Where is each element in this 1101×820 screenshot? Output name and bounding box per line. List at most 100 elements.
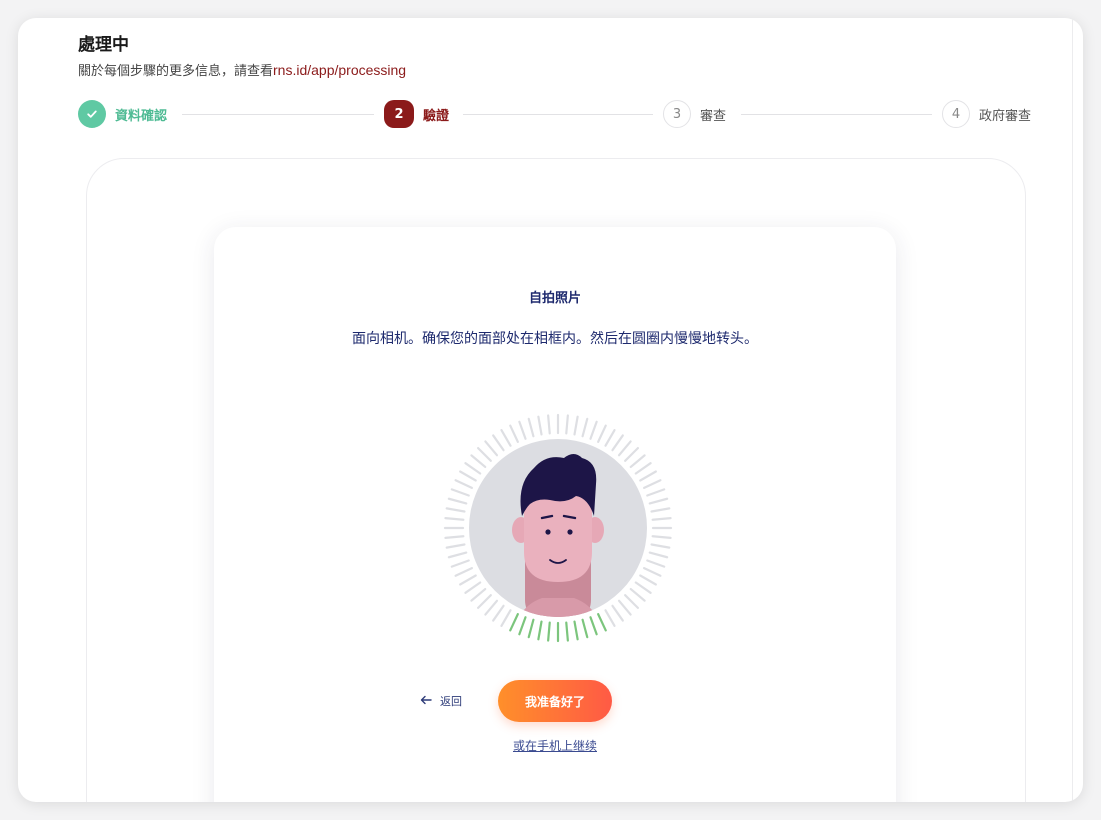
- scan-tick-complete: [581, 618, 589, 639]
- step-government-review[interactable]: 4 政府審查: [942, 99, 1031, 129]
- scan-tick-complete: [589, 616, 598, 636]
- scan-tick: [476, 446, 492, 462]
- back-button[interactable]: 返回: [420, 691, 462, 711]
- step-number: 2: [384, 100, 414, 128]
- scan-tick: [484, 599, 499, 616]
- scan-tick: [445, 507, 466, 513]
- scan-tick: [624, 446, 639, 462]
- progress-stepper: 資料確認 2 驗證 3 審查 4 政府審查: [78, 99, 1034, 129]
- scan-tick: [648, 551, 669, 559]
- scan-tick: [476, 594, 492, 609]
- scan-tick: [611, 434, 624, 452]
- scan-tick: [447, 497, 468, 505]
- check-icon: [78, 100, 106, 128]
- scan-tick: [445, 543, 466, 549]
- scan-tick: [651, 535, 672, 539]
- scan-tick-complete: [509, 613, 519, 632]
- scan-tick: [648, 497, 669, 505]
- step-data-confirmation[interactable]: 資料確認: [78, 99, 167, 129]
- scan-tick: [492, 434, 505, 452]
- scan-tick: [643, 479, 662, 489]
- scan-tick: [646, 559, 666, 568]
- selfie-instructions: 面向相机。确保您的面部处在相框内。然后在圆圈内慢慢地转头。: [352, 331, 758, 347]
- scan-tick-complete: [537, 620, 543, 641]
- face-avatar-icon: [512, 454, 604, 617]
- scan-tick: [629, 454, 646, 469]
- scan-tick: [611, 604, 624, 622]
- scan-tick: [509, 424, 519, 443]
- scan-tick: [459, 574, 477, 586]
- step-number: 3: [663, 100, 691, 128]
- scan-tick: [484, 440, 499, 457]
- app-window: 處理中 關於每個步驟的更多信息，請查看rns.id/app/processing…: [18, 18, 1083, 802]
- selfie-title: 自拍照片: [528, 291, 581, 306]
- scan-tick: [518, 420, 527, 440]
- scan-tick: [454, 567, 473, 577]
- selfie-card: 自拍照片 面向相机。确保您的面部处在相框内。然后在圆圈内慢慢地转头。 返回 我准…: [214, 227, 896, 802]
- scan-tick: [450, 559, 470, 568]
- step-label: 驗證: [423, 108, 450, 124]
- scan-tick: [470, 587, 487, 602]
- scan-tick: [500, 429, 512, 447]
- scan-tick: [639, 574, 657, 586]
- scan-tick-complete: [565, 621, 569, 642]
- scan-tick: [639, 470, 657, 482]
- ready-button[interactable]: 我准备好了: [498, 680, 612, 722]
- scan-tick: [646, 488, 666, 497]
- scan-tick-complete: [527, 618, 535, 639]
- scan-tick: [643, 567, 662, 577]
- step-connector: [741, 114, 932, 115]
- back-label: 返回: [440, 695, 462, 708]
- scan-tick: [650, 507, 671, 513]
- scan-tick: [470, 454, 487, 469]
- scan-tick: [450, 488, 470, 497]
- scan-tick: [589, 420, 598, 440]
- scan-tick: [650, 543, 671, 549]
- scan-tick: [492, 604, 505, 622]
- scan-tick: [565, 414, 569, 435]
- scan-tick: [459, 470, 477, 482]
- subtitle-text: 關於每個步驟的更多信息，請查看: [78, 64, 274, 79]
- page-subtitle: 關於每個步驟的更多信息，請查看rns.id/app/processing: [78, 60, 406, 79]
- scan-tick-complete: [518, 616, 527, 636]
- scan-tick: [634, 581, 652, 594]
- scan-tick: [597, 424, 607, 443]
- step-number: 4: [942, 100, 970, 128]
- face-scan-frame: [442, 412, 674, 644]
- scan-tick: [454, 479, 473, 489]
- scan-tick: [629, 587, 646, 602]
- step-label: 審查: [700, 108, 727, 124]
- scan-tick: [500, 609, 512, 627]
- step-label: 資料確認: [115, 108, 168, 124]
- step-review[interactable]: 3 審查: [663, 99, 726, 129]
- scan-tick: [634, 462, 652, 475]
- scan-tick-complete: [547, 621, 551, 642]
- scan-tick: [447, 551, 468, 559]
- scan-tick: [573, 415, 579, 436]
- scan-tick: [464, 462, 482, 475]
- processing-info-link[interactable]: rns.id/app/processing: [273, 62, 406, 78]
- page-title: 處理中: [78, 35, 129, 55]
- scan-tick: [444, 517, 465, 521]
- scan-tick: [547, 414, 551, 435]
- scan-tick-complete: [573, 620, 579, 641]
- step-label: 政府審查: [979, 108, 1032, 124]
- scan-tick: [617, 440, 632, 457]
- scan-tick-complete: [597, 613, 607, 632]
- continue-on-phone-link[interactable]: 或在手机上继续: [214, 737, 896, 754]
- scrollbar[interactable]: [1072, 18, 1073, 802]
- scan-tick: [444, 535, 465, 539]
- scan-tick: [527, 417, 535, 438]
- scan-tick: [464, 581, 482, 594]
- scan-tick: [617, 599, 632, 616]
- arrow-left-icon: [420, 695, 432, 708]
- scan-tick: [581, 417, 589, 438]
- step-verification[interactable]: 2 驗證: [384, 99, 449, 129]
- scan-tick: [624, 594, 639, 609]
- step-connector: [463, 114, 653, 115]
- scan-tick: [604, 609, 616, 627]
- scan-tick: [537, 415, 543, 436]
- scan-tick: [604, 429, 616, 447]
- step-connector: [182, 114, 374, 115]
- scan-tick: [651, 517, 672, 521]
